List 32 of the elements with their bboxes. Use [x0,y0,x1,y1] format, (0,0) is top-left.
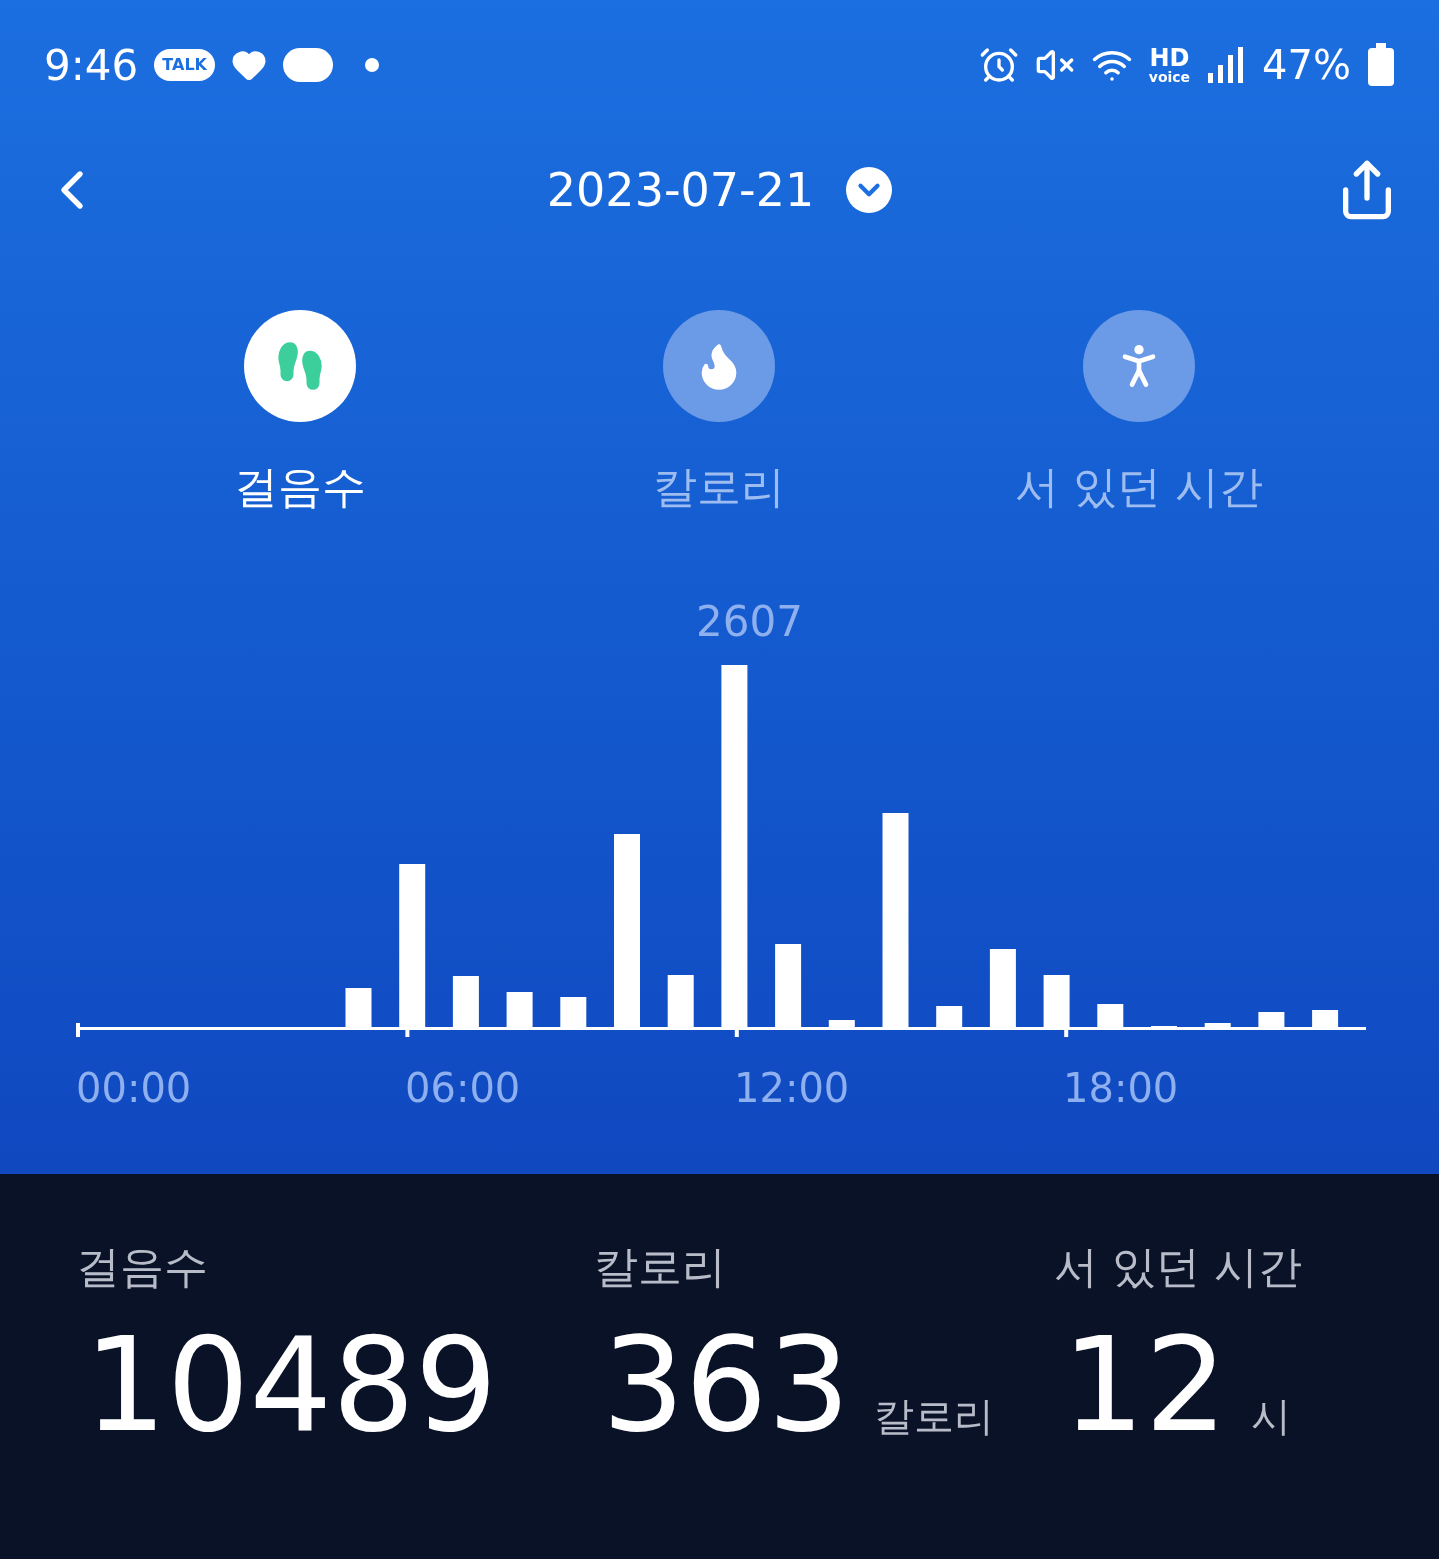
summary-value: 10489 [84,1320,498,1450]
alarm-icon [978,45,1019,85]
chart-bar [452,976,479,1030]
voice-label: voice [1148,70,1191,84]
unit-label: 칼로리 [874,1392,995,1441]
summary-value: 12 [1062,1320,1228,1450]
battery-icon [1367,43,1395,87]
chart-bar [506,992,533,1030]
chart-bar [936,1006,963,1030]
chart-bar [1312,1010,1339,1030]
summary-label: 서 있던 시간 [1054,1240,1303,1294]
chart-bar [667,975,694,1030]
axis-label: 18:00 [1063,1064,1180,1113]
clock-time: 9:46 [44,39,139,92]
summary-label: 칼로리 [594,1240,727,1294]
chart-bar [345,988,372,1030]
metric-tab[interactable]: 서 있던 시간 [989,310,1290,520]
battery-percent: 47% [1262,41,1351,90]
chart-bar [1043,975,1070,1030]
axis-label: 12:00 [734,1064,851,1113]
date-picker[interactable]: 2023-07-21 [546,155,893,225]
summary-label: 걸음수 [76,1240,209,1294]
chart-bar [1097,1004,1124,1030]
axis-label: 00:00 [76,1064,193,1113]
summary-value: 363 [602,1320,851,1450]
metric-tab[interactable]: 걸음수 [149,310,450,520]
metric-tab[interactable]: 칼로리 [569,310,870,520]
hd-label: HD [1149,46,1190,70]
axis-label: 06:00 [405,1064,522,1113]
peak-value: 2607 [696,596,803,648]
unit-label: 시 [1251,1392,1292,1441]
chat-badge: TALK [154,49,215,81]
